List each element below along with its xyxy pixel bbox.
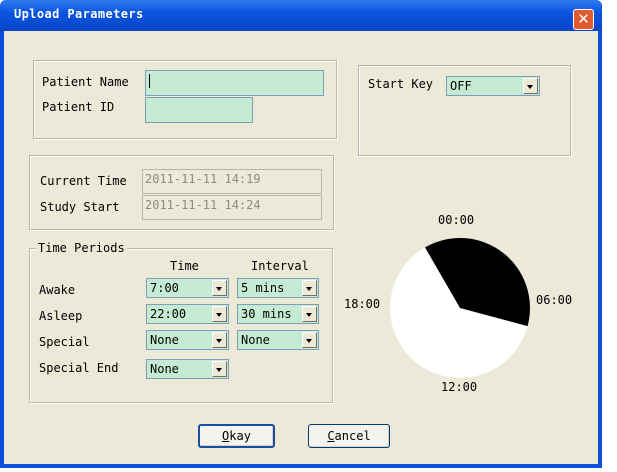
special-end-label: Special End [39, 361, 119, 375]
current-time-field: 2011-11-11 14:19 [142, 169, 322, 194]
chevron-down-icon[interactable] [523, 78, 538, 94]
special-label: Special [39, 335, 90, 349]
clock-label-left: 18:00 [344, 297, 381, 311]
clock-label-top: 00:00 [438, 213, 475, 227]
start-key-label: Start Key [368, 77, 434, 91]
chevron-down-icon[interactable] [212, 280, 227, 296]
study-start-label: Study Start [40, 200, 120, 214]
window-title: Upload Parameters [14, 7, 144, 21]
patient-id-field[interactable] [145, 97, 253, 123]
time-periods-legend: Time Periods [36, 241, 127, 255]
clock-label-right: 06:00 [536, 293, 573, 307]
chevron-down-icon[interactable] [212, 306, 227, 322]
text-caret [149, 74, 150, 88]
asleep-time-select[interactable]: 22:00 [146, 304, 229, 324]
okay-button[interactable]: Okay [198, 424, 275, 448]
asleep-label: Asleep [39, 309, 83, 323]
sleep-clock-chart [390, 238, 530, 378]
start-key-select[interactable]: OFF [446, 76, 540, 96]
chevron-down-icon[interactable] [212, 361, 227, 377]
awake-interval-select[interactable]: 5 mins [237, 278, 319, 298]
close-icon[interactable]: ✕ [573, 9, 594, 30]
title-bar[interactable]: Upload Parameters ✕ [0, 0, 602, 31]
dialog-body: Patient Name Patient ID Start Key OFF Cu… [4, 31, 598, 464]
dialog-window: Upload Parameters ✕ Patient Name Patient… [0, 0, 602, 468]
chevron-down-icon[interactable] [302, 280, 317, 296]
cancel-button[interactable]: Cancel [308, 424, 390, 448]
special-interval-select[interactable]: None [237, 330, 319, 350]
column-header-time: Time [170, 259, 199, 273]
special-time-select[interactable]: None [146, 330, 229, 350]
column-header-interval: Interval [251, 259, 309, 273]
patient-name-field[interactable] [145, 70, 324, 96]
clock-label-bottom: 12:00 [441, 380, 478, 394]
awake-label: Awake [39, 283, 76, 297]
awake-time-select[interactable]: 7:00 [146, 278, 229, 298]
chevron-down-icon[interactable] [302, 306, 317, 322]
asleep-interval-select[interactable]: 30 mins [237, 304, 319, 324]
study-start-field: 2011-11-11 14:24 [142, 195, 322, 220]
current-time-label: Current Time [40, 174, 127, 188]
chevron-down-icon[interactable] [212, 332, 227, 348]
special-end-time-select[interactable]: None [146, 359, 229, 379]
patient-id-label: Patient ID [42, 100, 115, 114]
patient-name-label: Patient Name [42, 75, 129, 89]
chevron-down-icon[interactable] [302, 332, 317, 348]
